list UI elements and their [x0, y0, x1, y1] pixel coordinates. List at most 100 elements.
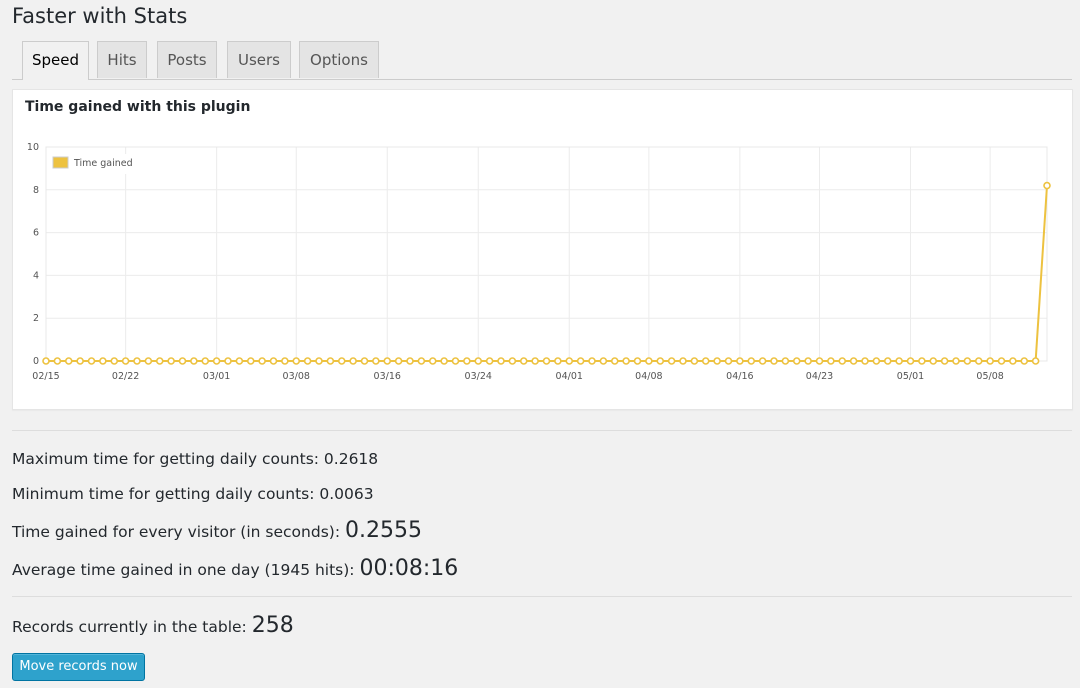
tab-hits[interactable]: Hits [97, 41, 147, 78]
y-tick-label-0: 0 [33, 356, 39, 367]
data-point-70 [838, 357, 847, 365]
data-point-24 [315, 357, 323, 365]
data-point-88 [1043, 181, 1051, 190]
data-point-0 [42, 357, 50, 365]
legend-swatch [52, 156, 69, 169]
data-point-73 [872, 357, 881, 365]
data-point-28 [360, 357, 369, 365]
x-tick-label-05-08: 05/08 [976, 371, 1003, 382]
data-point-22 [292, 357, 301, 365]
stat-records-label: Records currently in the table: [12, 618, 252, 636]
plot-border [45, 146, 1048, 362]
tab-posts[interactable]: Posts [157, 41, 217, 78]
data-point-65 [781, 357, 790, 365]
data-point-13 [190, 357, 198, 365]
data-point-29 [372, 357, 380, 365]
tab-speed[interactable]: Speed [22, 41, 89, 80]
data-point-18 [246, 357, 255, 365]
data-point-11 [167, 357, 175, 365]
data-point-86 [1020, 357, 1029, 365]
data-point-37 [463, 357, 471, 365]
data-point-31 [394, 357, 403, 365]
x-tick-label-03-08: 03/08 [283, 371, 310, 382]
chart-panel: Time gained with this plugin 0 2 4 6 8 10 02/1… [12, 89, 1073, 410]
data-point-55 [667, 357, 676, 365]
y-tick-label-2: 2 [33, 313, 39, 324]
data-point-64 [770, 357, 778, 365]
data-point-21 [281, 357, 289, 365]
x-tick-label-02-22: 02/22 [112, 371, 139, 382]
data-point-2 [64, 357, 73, 365]
data-point-53 [645, 357, 653, 365]
data-point-54 [656, 357, 665, 365]
data-point-59 [713, 357, 721, 365]
tab-options[interactable]: Options [299, 41, 379, 78]
data-point-58 [701, 357, 710, 365]
data-point-43 [531, 357, 539, 365]
data-point-17 [235, 357, 244, 365]
y-tick-label-4: 4 [33, 270, 39, 281]
stat-visitor-value: 0.2555 [344, 518, 422, 543]
data-point-46 [565, 357, 574, 365]
data-point-44 [542, 357, 551, 365]
y-tick-label-8: 8 [33, 185, 39, 196]
stat-avg-time: Average time gained in one day (1945 hit… [12, 556, 458, 581]
data-point-42 [519, 357, 528, 365]
stat-avg-label: Average time gained in one day (1945 hit… [12, 561, 360, 579]
data-point-4 [87, 357, 96, 365]
data-point-40 [497, 357, 505, 365]
data-point-6 [110, 357, 119, 365]
data-point-81 [963, 357, 972, 365]
stat-min-time: Minimum time for getting daily counts: 0… [12, 485, 374, 503]
stat-records: Records currently in the table: 258 [12, 613, 294, 638]
data-point-34 [428, 357, 437, 365]
data-point-1 [53, 357, 62, 365]
stat-min-label: Minimum time for getting daily counts: [12, 485, 320, 503]
data-point-84 [997, 357, 1006, 365]
x-tick-label-04-01: 04/01 [556, 371, 583, 382]
time-gained-chart: 0 2 4 6 8 10 02/15 02/22 03/01 03/08 03/16 03/24 04/… [27, 142, 1051, 382]
x-tick-label-03-24: 03/24 [465, 371, 492, 382]
data-point-39 [485, 357, 494, 365]
tab-users[interactable]: Users [227, 41, 291, 78]
x-tick-label-05-01: 05/01 [897, 371, 924, 382]
data-point-45 [554, 357, 562, 365]
legend-label: Time gained [73, 158, 133, 169]
data-point-62 [747, 357, 756, 365]
data-point-80 [952, 357, 960, 365]
data-point-69 [827, 357, 835, 365]
data-point-33 [417, 357, 426, 365]
series-line-0 [46, 185, 1048, 362]
data-point-19 [258, 357, 266, 365]
data-point-71 [849, 357, 858, 365]
x-tick-label-03-01: 03/01 [203, 371, 230, 382]
stat-max-time: Maximum time for getting daily counts: 0… [12, 450, 378, 468]
data-point-9 [144, 357, 153, 365]
move-records-button[interactable]: Move records now [12, 653, 145, 681]
data-point-16 [224, 357, 232, 365]
divider-top [12, 430, 1072, 431]
data-point-26 [337, 357, 346, 365]
data-point-8 [133, 357, 141, 365]
data-point-38 [474, 357, 483, 365]
data-point-82 [974, 357, 983, 365]
data-point-41 [508, 357, 517, 365]
stat-visitor-label: Time gained for every visitor (in second… [12, 523, 345, 541]
stat-min-value: 0.0063 [319, 485, 374, 503]
data-point-56 [679, 357, 687, 365]
x-tick-label-04-23: 04/23 [806, 371, 833, 382]
data-point-3 [76, 357, 84, 365]
data-point-52 [633, 357, 642, 365]
data-point-76 [906, 357, 915, 365]
data-point-49 [599, 357, 608, 365]
data-point-66 [792, 357, 801, 365]
data-point-83 [986, 357, 994, 365]
data-point-35 [440, 357, 448, 365]
data-point-67 [804, 357, 812, 365]
y-tick-label-10: 10 [27, 142, 39, 153]
data-point-12 [178, 357, 187, 365]
data-point-15 [212, 357, 221, 365]
data-point-50 [610, 357, 619, 365]
stat-avg-value: 00:08:16 [359, 556, 459, 581]
data-point-36 [451, 357, 460, 365]
